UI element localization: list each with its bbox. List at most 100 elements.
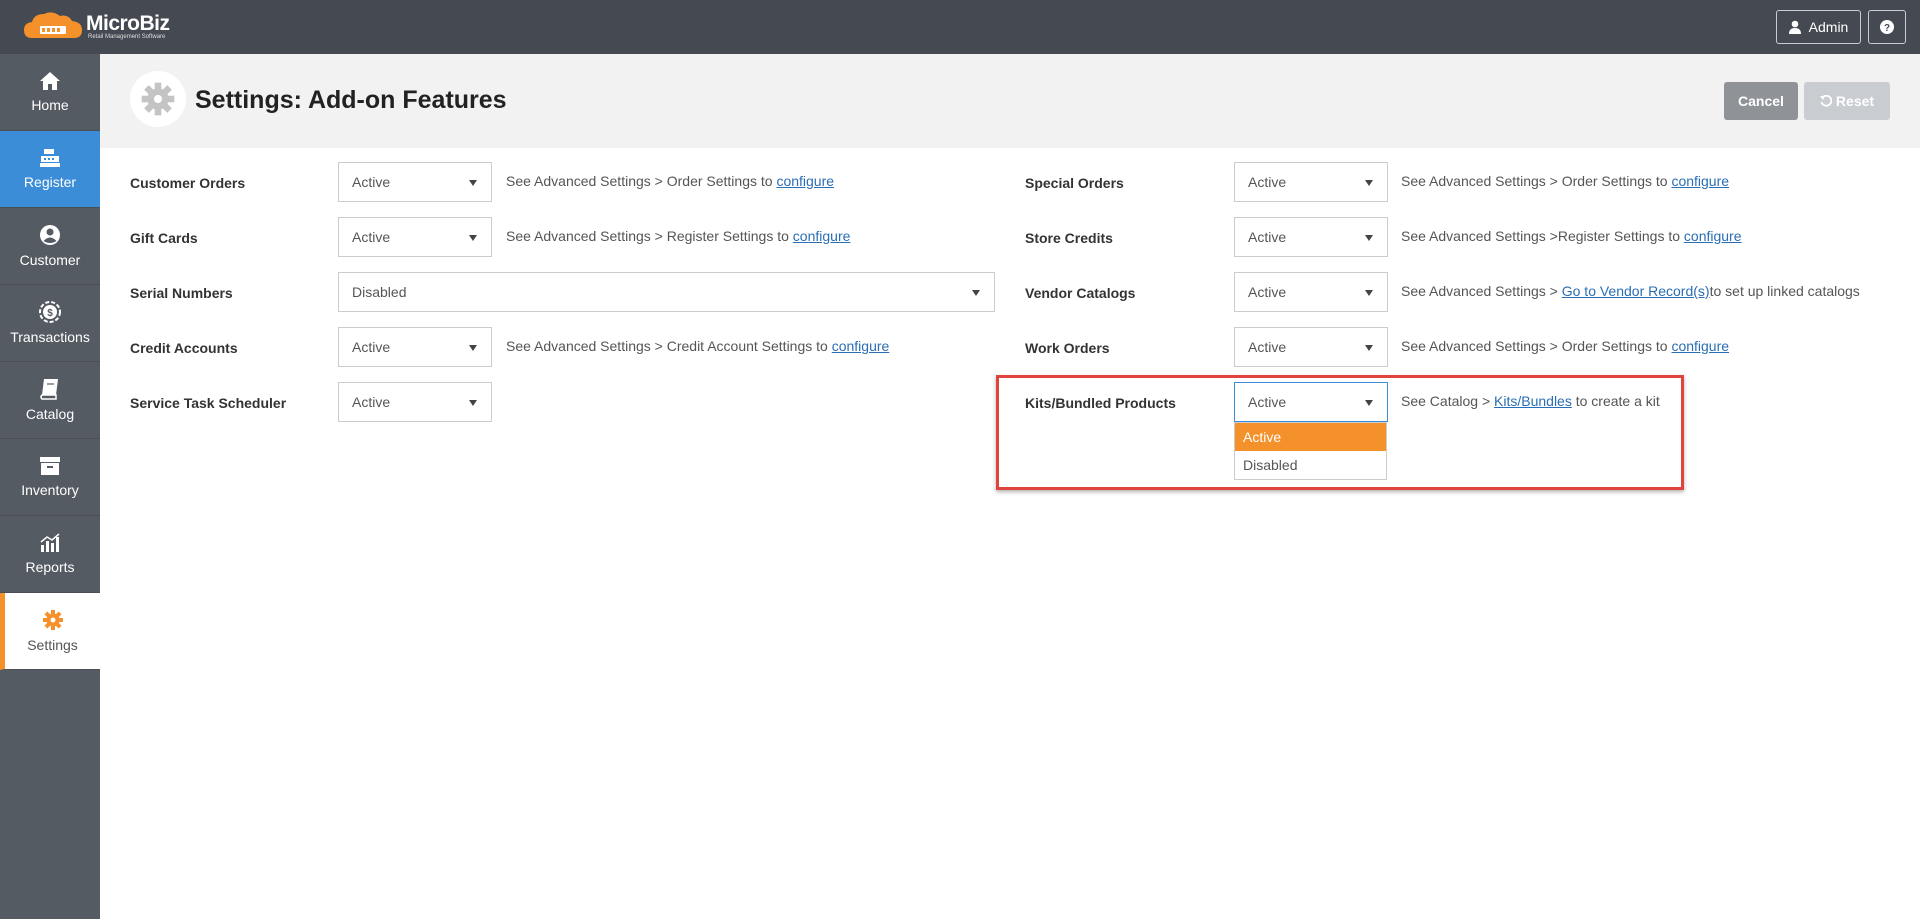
gear-icon [141,82,175,116]
row-label-serial-numbers: Serial Numbers [130,285,233,301]
row-label-service-task-scheduler: Service Task Scheduler [130,395,287,411]
bar-chart-icon [40,533,60,552]
row-label-customer-orders: Customer Orders [130,175,246,191]
sidebar-item-register[interactable]: Register [0,131,100,208]
cash-register-icon [40,149,60,167]
caret-down-icon [469,400,477,406]
gift-cards-note: See Advanced Settings > Register Setting… [506,228,850,244]
sidebar-item-label: Register [23,174,77,190]
special-orders-select[interactable]: Active [1234,162,1388,202]
gear-icon [42,610,63,630]
user-circle-icon [40,225,60,245]
cloud-logo-icon [22,8,86,42]
row-label-store-credits: Store Credits [1025,230,1113,246]
note-text: See Advanced Settings > Credit Account S… [506,338,832,354]
service-task-scheduler-select[interactable]: Active [338,382,492,422]
configure-link[interactable]: configure [1671,338,1729,354]
admin-label: Admin [1808,19,1849,35]
configure-link[interactable]: configure [776,173,834,189]
sidebar-item-home[interactable]: Home [0,54,100,131]
logo-tagline: Retail Management Software [88,34,166,40]
coin-icon: $ [39,301,61,323]
page-title: Settings: Add-on Features [195,86,507,114]
caret-down-icon [1365,290,1373,296]
caret-down-icon [1365,180,1373,186]
row-label-special-orders: Special Orders [1025,175,1124,191]
caret-down-icon [1365,345,1373,351]
vendor-catalogs-select[interactable]: Active [1234,272,1388,312]
select-value: Active [352,394,391,410]
sidebar-item-settings[interactable]: Settings [0,593,100,670]
caret-down-icon [469,345,477,351]
configure-link[interactable]: configure [1684,228,1742,244]
row-label-credit-accounts: Credit Accounts [130,340,238,356]
select-value: Active [352,174,391,190]
logo-name: MicroBiz [86,12,170,35]
store-credits-select[interactable]: Active [1234,217,1388,257]
row-label-work-orders: Work Orders [1025,340,1110,356]
note-text: See Advanced Settings > Order Settings t… [506,173,777,189]
credit-accounts-select[interactable]: Active [338,327,492,367]
home-icon [40,72,60,90]
note-suffix: to set up linked catalogs [1709,283,1860,299]
select-value: Active [1248,229,1287,245]
configure-link[interactable]: configure [832,338,890,354]
svg-text:?: ? [1884,23,1890,34]
sidebar-item-label: Transactions [10,329,90,345]
select-value: Active [352,229,391,245]
top-bar: MicroBiz Retail Management Software Admi… [0,0,1920,54]
sidebar-item-label: Inventory [21,482,79,498]
sidebar-item-label: Customer [19,252,81,268]
note-text: See Advanced Settings > Order Settings t… [1401,338,1672,354]
vendor-record-link[interactable]: Go to Vendor Record(s) [1562,283,1710,299]
customer-orders-note: See Advanced Settings > Order Settings t… [506,173,834,189]
configure-link[interactable]: configure [793,228,851,244]
row-label-vendor-catalogs: Vendor Catalogs [1025,285,1136,301]
customer-orders-select[interactable]: Active [338,162,492,202]
caret-down-icon [1365,235,1373,241]
svg-text:$: $ [47,308,53,319]
select-value: Active [352,339,391,355]
row-label-gift-cards: Gift Cards [130,230,198,246]
book-icon [40,379,58,400]
reset-button[interactable]: Reset [1804,82,1890,120]
note-text: See Advanced Settings > [1401,283,1562,299]
sidebar-item-transactions[interactable]: $ Transactions [0,285,100,362]
select-value: Active [1248,174,1287,190]
caret-down-icon [972,290,980,296]
help-button[interactable]: ? [1868,10,1906,44]
sidebar-item-label: Reports [25,559,75,575]
user-icon [1788,20,1801,34]
vendor-catalogs-note: See Advanced Settings > Go to Vendor Rec… [1401,283,1860,299]
special-orders-note: See Advanced Settings > Order Settings t… [1401,173,1729,189]
app-logo[interactable]: MicroBiz Retail Management Software [22,8,170,42]
select-value: Active [1248,339,1287,355]
sidebar-item-label: Settings [27,637,78,653]
gift-cards-select[interactable]: Active [338,217,492,257]
configure-link[interactable]: configure [1671,173,1729,189]
serial-numbers-select[interactable]: Disabled [338,272,995,312]
work-orders-select[interactable]: Active [1234,327,1388,367]
highlight-annotation-box [996,375,1684,490]
sidebar-nav: Home Register Customer $ Transactions Ca… [0,54,100,919]
question-circle-icon: ? [1880,20,1894,34]
admin-user-button[interactable]: Admin [1776,10,1861,44]
note-text: See Advanced Settings > Order Settings t… [1401,173,1672,189]
sidebar-item-catalog[interactable]: Catalog [0,362,100,439]
select-value: Active [1248,284,1287,300]
credit-accounts-note: See Advanced Settings > Credit Account S… [506,338,889,354]
sidebar-item-inventory[interactable]: Inventory [0,439,100,516]
sidebar-item-label: Catalog [25,406,75,422]
select-value: Disabled [352,284,407,300]
store-credits-note: See Advanced Settings >Register Settings… [1401,228,1742,244]
sidebar-item-reports[interactable]: Reports [0,516,100,593]
page-header: Settings: Add-on Features Cancel Reset [100,54,1920,148]
note-text: See Advanced Settings > Register Setting… [506,228,793,244]
sidebar-item-customer[interactable]: Customer [0,208,100,285]
caret-down-icon [469,235,477,241]
reset-label: Reset [1835,93,1875,109]
box-icon [40,457,60,475]
caret-down-icon [469,180,477,186]
note-text: See Advanced Settings >Register Settings… [1401,228,1684,244]
cancel-button[interactable]: Cancel [1724,82,1798,120]
